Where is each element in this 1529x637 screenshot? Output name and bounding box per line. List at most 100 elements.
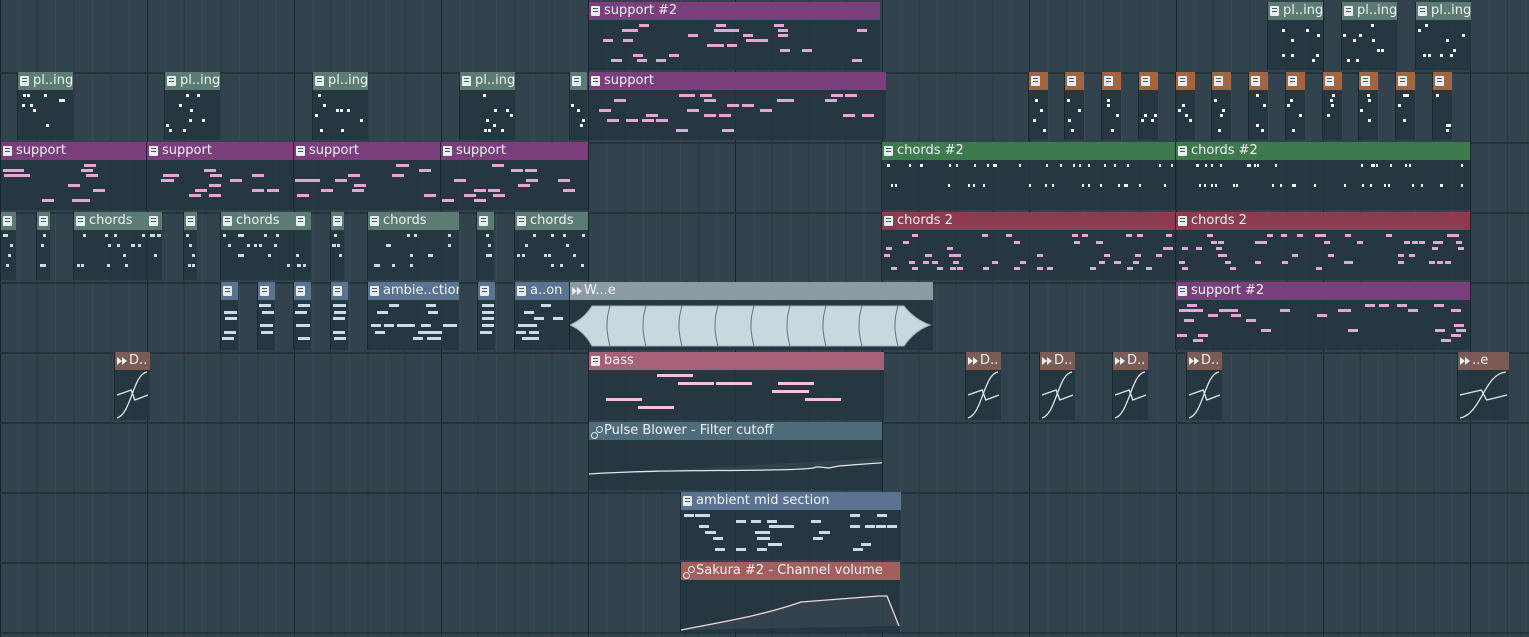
clip-header[interactable]: a..on — [515, 282, 569, 300]
clip-small-pattern[interactable] — [1322, 72, 1342, 140]
clip-fade-end[interactable]: ..e — [1457, 352, 1509, 420]
clip-header[interactable]: chords 2 — [882, 212, 1176, 230]
clip-ambient-small[interactable] — [477, 282, 495, 350]
clip-header[interactable]: pl..ing — [460, 72, 515, 90]
clip-plucking[interactable]: pl..ing — [17, 72, 73, 140]
clip-header[interactable]: chords — [368, 212, 459, 230]
clip-plucking[interactable]: pl..ing — [1415, 2, 1471, 70]
clip-small-pattern[interactable] — [1358, 72, 1378, 140]
clip-chords-small[interactable] — [36, 212, 50, 280]
clip-header[interactable]: D.. — [1040, 352, 1075, 370]
clip-header[interactable]: chords — [74, 212, 147, 230]
clip-fade[interactable]: D.. — [965, 352, 1001, 420]
clip-header[interactable]: ..e — [1458, 352, 1509, 370]
clip-chords-2[interactable]: chords #2 — [881, 142, 1176, 210]
clip-plucking-small[interactable] — [569, 72, 587, 140]
clip-header[interactable]: support — [1, 142, 148, 160]
clip-small-pattern[interactable] — [1028, 72, 1048, 140]
clip-support[interactable]: support — [440, 142, 588, 210]
clip-header[interactable] — [331, 212, 344, 230]
clip-header[interactable]: pl..ing — [18, 72, 73, 90]
clip-audio-wave[interactable]: W...e — [569, 282, 933, 350]
clip-ambient-small[interactable] — [293, 282, 311, 350]
clip-header[interactable] — [294, 212, 311, 230]
clip-header[interactable]: support — [589, 72, 886, 90]
clip-plucking[interactable]: pl..ing — [1341, 2, 1397, 70]
clip-header[interactable] — [1212, 72, 1231, 90]
clip-support[interactable]: support — [293, 142, 441, 210]
clip-header[interactable]: D.. — [1187, 352, 1222, 370]
clip-chords[interactable]: chords — [514, 212, 588, 280]
clip-header[interactable] — [1249, 72, 1268, 90]
clip-chords-small[interactable] — [0, 212, 16, 280]
clip-support-2[interactable]: support #2 — [588, 2, 880, 70]
clip-ambient-mid[interactable]: ambient mid section — [680, 492, 901, 560]
clip-chords-2[interactable]: chords #2 — [1175, 142, 1470, 210]
clip-header[interactable]: chords — [221, 212, 294, 230]
clip-chords-small[interactable] — [183, 212, 197, 280]
clip-header[interactable] — [1102, 72, 1121, 90]
clip-plucking[interactable]: pl..ing — [459, 72, 515, 140]
clip-header[interactable]: pl..ing — [1342, 2, 1397, 20]
clip-header[interactable]: chords #2 — [1176, 142, 1470, 160]
clip-header[interactable] — [1433, 72, 1452, 90]
clip-header[interactable]: bass — [589, 352, 884, 370]
clip-pulse-automation[interactable]: Pulse Blower - Filter cutoff — [588, 422, 882, 490]
clip-header[interactable] — [1029, 72, 1048, 90]
clip-chords[interactable]: chords — [73, 212, 147, 280]
clip-header[interactable]: D.. — [966, 352, 1001, 370]
clip-chords[interactable]: chords — [220, 212, 294, 280]
clip-ambient-small[interactable] — [330, 282, 348, 350]
clip-header[interactable]: chords #2 — [882, 142, 1176, 160]
clip-fade[interactable]: D.. — [1039, 352, 1075, 420]
playlist-arrangement[interactable]: support #2 pl..ing pl..ing pl..ing pl..ing pl… — [0, 0, 1529, 637]
clip-chords-small[interactable] — [293, 212, 311, 280]
clip-header[interactable] — [1286, 72, 1305, 90]
clip-small-pattern[interactable] — [1395, 72, 1415, 140]
clip-chords-2-red[interactable]: chords 2 — [1175, 212, 1470, 280]
clip-small-pattern[interactable] — [1175, 72, 1195, 140]
clip-fade[interactable]: D.. — [1112, 352, 1148, 420]
clip-header[interactable]: D.. — [1113, 352, 1148, 370]
clip-header[interactable] — [1396, 72, 1415, 90]
clip-plucking[interactable]: pl..ing — [1267, 2, 1323, 70]
clip-header[interactable] — [221, 282, 238, 300]
clip-bass[interactable]: bass — [588, 352, 884, 420]
clip-header[interactable]: Sakura #2 - Channel volume — [681, 562, 900, 580]
clip-header[interactable] — [147, 212, 162, 230]
clip-fade[interactable]: D.. — [1186, 352, 1222, 420]
clip-header[interactable] — [258, 282, 275, 300]
clip-small-pattern[interactable] — [1064, 72, 1084, 140]
clip-header[interactable] — [478, 282, 495, 300]
clip-ambient-small[interactable] — [220, 282, 238, 350]
clip-ambient-on[interactable]: a..on — [514, 282, 569, 350]
clip-header[interactable] — [1065, 72, 1084, 90]
clip-small-pattern[interactable] — [1285, 72, 1305, 140]
clip-small-pattern[interactable] — [1138, 72, 1158, 140]
clip-header[interactable]: support — [147, 142, 294, 160]
clip-support[interactable]: support — [588, 72, 886, 140]
clip-small-pattern[interactable] — [1432, 72, 1452, 140]
clip-header[interactable]: support #2 — [1176, 282, 1470, 300]
clip-ambient-small[interactable] — [257, 282, 275, 350]
clip-header[interactable] — [331, 282, 348, 300]
clip-fade[interactable]: D.. — [114, 352, 150, 420]
clip-header[interactable]: ambie..ction — [368, 282, 459, 300]
clip-small-pattern[interactable] — [1211, 72, 1231, 140]
clip-header[interactable]: support — [294, 142, 441, 160]
clip-header[interactable] — [1, 212, 16, 230]
clip-header[interactable] — [1323, 72, 1342, 90]
clip-support-2[interactable]: support #2 — [1175, 282, 1470, 350]
clip-header[interactable] — [184, 212, 197, 230]
clip-ambient-section[interactable]: ambie..ction — [367, 282, 459, 350]
clip-header[interactable] — [294, 282, 311, 300]
clip-chords-small[interactable] — [146, 212, 162, 280]
clip-header[interactable] — [1359, 72, 1378, 90]
clip-chords-small[interactable] — [330, 212, 344, 280]
clip-chords-small[interactable] — [476, 212, 494, 280]
clip-plucking[interactable]: pl..ing — [164, 72, 220, 140]
clip-header[interactable] — [570, 72, 587, 90]
clip-support[interactable]: support — [146, 142, 294, 210]
clip-header[interactable]: pl..ing — [1268, 2, 1323, 20]
clip-header[interactable]: W...e — [570, 282, 933, 300]
